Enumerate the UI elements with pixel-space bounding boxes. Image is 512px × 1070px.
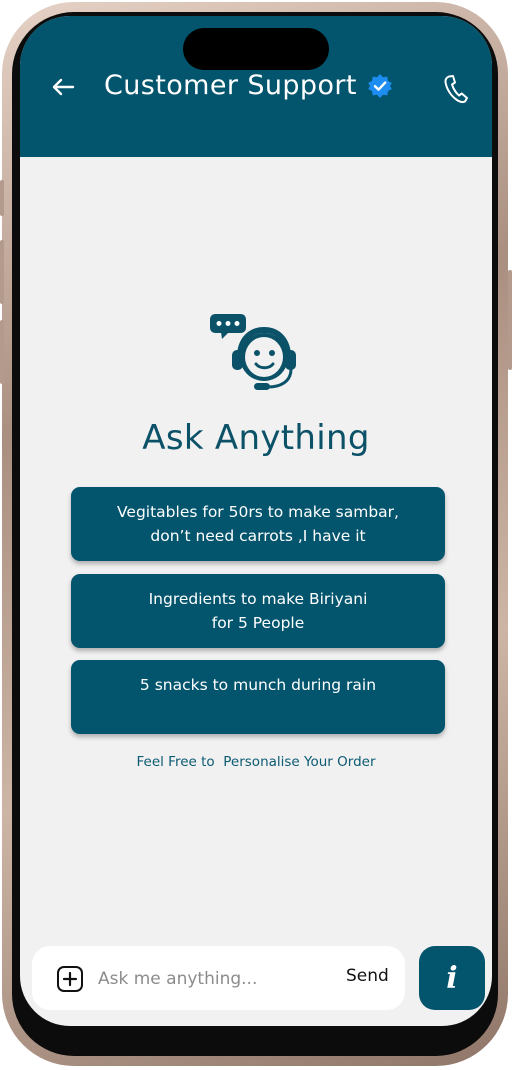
app-screen: Customer Support Ask Anything Vegitables… [20,16,492,1026]
suggestion-line: Vegitables for 50rs to make sambar, [117,503,399,521]
header-title-group: Customer Support [104,70,393,101]
plus-square-icon[interactable] [56,965,84,993]
arrow-left-icon [52,78,75,96]
suggestion-line: for 5 People [211,614,305,632]
support-agent-headset-icon [210,314,296,390]
send-button[interactable]: Send [346,966,389,986]
suggestion-line: don’t need carrots ,I have it [150,527,366,545]
suggestion-card[interactable]: Ingredients to make Biriyani for 5 Peopl… [71,574,445,648]
message-input[interactable] [96,962,340,996]
suggestion-line: Ingredients to make Biriyani [148,590,368,608]
side-button [0,240,4,304]
app-header: Customer Support [20,16,492,157]
info-button[interactable]: i [419,946,485,1010]
suggestion-line: 5 snacks to munch during rain [139,676,377,694]
suggestion-card[interactable]: 5 snacks to munch during rain [71,660,445,734]
suggestion-card[interactable]: Vegitables for 50rs to make sambar, don’… [71,487,445,561]
ask-anything-heading: Ask Anything [142,418,370,458]
verified-badge-icon [367,73,393,99]
message-composer: Send [32,946,405,1010]
back-button[interactable] [48,72,78,102]
personalise-tagline: Feel Free to Personalise Your Order [136,754,376,770]
phone-icon [444,75,468,103]
page-title: Customer Support [104,70,357,101]
side-button [508,270,512,370]
info-icon: i [446,960,458,996]
dynamic-island [183,28,329,70]
side-button [0,180,4,216]
call-button[interactable] [440,72,472,106]
side-button [0,320,4,384]
